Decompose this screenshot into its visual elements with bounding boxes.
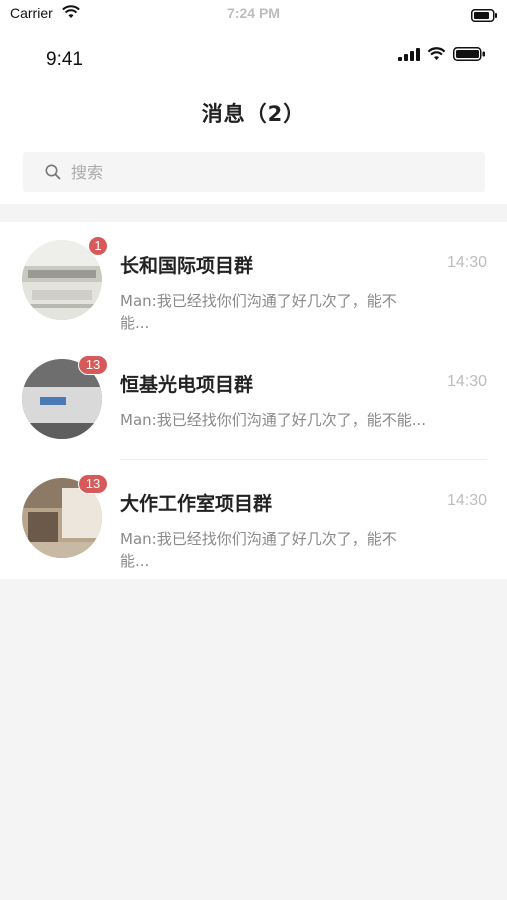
search-input[interactable] (71, 152, 451, 192)
conversation-item[interactable]: 13 恒基光电项目群 14:30 Man:我已经找你们沟通了好几次了，能不能..… (0, 341, 507, 460)
conversation-time: 14:30 (446, 254, 487, 271)
search-icon (45, 164, 61, 184)
unread-badge: 13 (78, 474, 108, 494)
battery-icon (471, 7, 497, 26)
unread-badge: 1 (88, 236, 108, 256)
cellular-signal-icon (398, 46, 420, 65)
app-header: 9:41 消息（2） (0, 28, 507, 204)
conversation-name: 长和国际项目群 (120, 255, 254, 277)
unread-badge: 13 (78, 355, 108, 375)
system-time: 7:24 PM (227, 5, 280, 21)
app-status-icons (398, 46, 485, 65)
conversation-item[interactable]: 1 长和国际项目群 14:30 Man:我已经找你们沟通了好几次了，能不能... (0, 222, 507, 341)
conversation-item[interactable]: 13 大作工作室项目群 14:30 Man:我已经找你们沟通了好几次了，能不能.… (0, 460, 507, 579)
conversation-name: 恒基光电项目群 (120, 374, 254, 396)
battery-icon (453, 46, 485, 65)
system-status-bar: Carrier 7:24 PM (0, 0, 507, 28)
message-preview: Man:我已经找你们沟通了好几次了，能不能... (120, 530, 397, 570)
conversation-list: 1 长和国际项目群 14:30 Man:我已经找你们沟通了好几次了，能不能...… (0, 222, 507, 579)
conversation-time: 14:30 (446, 373, 487, 390)
message-preview: Man:我已经找你们沟通了好几次了，能不能... (120, 411, 427, 429)
conversation-name: 大作工作室项目群 (120, 493, 273, 515)
wifi-icon (427, 46, 446, 65)
app-status-time: 9:41 (46, 49, 83, 70)
search-bar[interactable] (23, 152, 485, 192)
page-title: 消息（2） (201, 102, 306, 126)
message-preview: Man:我已经找你们沟通了好几次了，能不能... (120, 292, 397, 332)
conversation-time: 14:30 (446, 492, 487, 509)
